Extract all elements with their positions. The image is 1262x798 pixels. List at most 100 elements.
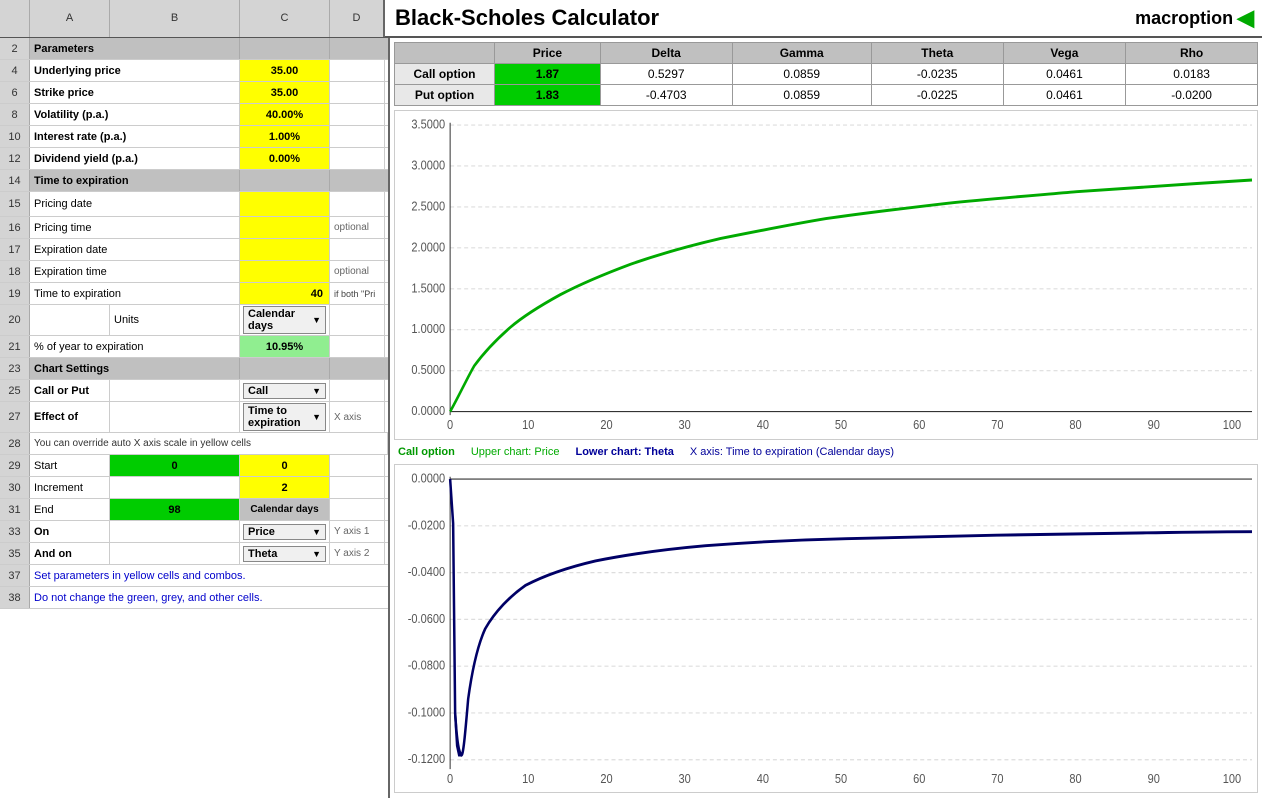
on-dropdown[interactable]: Price ▼ xyxy=(240,521,330,542)
svg-text:50: 50 xyxy=(835,771,848,786)
put-gamma: 0.0859 xyxy=(732,85,871,106)
call-or-put-dropdown[interactable]: Call ▼ xyxy=(240,380,330,401)
svg-text:20: 20 xyxy=(600,771,613,786)
volatility-value[interactable]: 40.00% xyxy=(240,104,330,125)
and-on-dropdown[interactable]: Theta ▼ xyxy=(240,543,330,564)
svg-text:-0.1200: -0.1200 xyxy=(408,751,446,766)
override-note: You can override auto X axis scale in ye… xyxy=(30,433,388,454)
row-35: 35 And on Theta ▼ Y axis 2 xyxy=(0,543,388,565)
call-vega: 0.0461 xyxy=(1003,64,1126,85)
expiration-time-value[interactable] xyxy=(240,261,330,282)
col-c-header: C xyxy=(240,0,330,37)
title-area: Black-Scholes Calculator macroption ◀ xyxy=(385,5,1262,31)
svg-text:80: 80 xyxy=(1069,771,1082,786)
col-header-delta: Delta xyxy=(600,43,732,64)
pct-year-value: 10.95% xyxy=(240,336,330,357)
on-label: On xyxy=(30,521,110,542)
svg-text:40: 40 xyxy=(757,417,770,432)
start-label: Start xyxy=(30,455,110,476)
increment-val[interactable]: 2 xyxy=(240,477,330,498)
row-37: 37 Set parameters in yellow cells and co… xyxy=(0,565,388,587)
row-38: 38 Do not change the green, grey, and ot… xyxy=(0,587,388,609)
svg-text:90: 90 xyxy=(1148,417,1161,432)
call-delta: 0.5297 xyxy=(600,64,732,85)
col-header-price: Price xyxy=(495,43,601,64)
svg-text:60: 60 xyxy=(913,417,926,432)
x-axis-label: X axis xyxy=(330,402,385,432)
units-dropdown[interactable]: Calendar days ▼ xyxy=(240,305,330,335)
row-33: 33 On Price ▼ Y axis 1 xyxy=(0,521,388,543)
chart-legend: Call option Upper chart: Price Lower cha… xyxy=(394,441,1258,463)
legend-x-axis: X axis: Time to expiration (Calendar day… xyxy=(690,446,894,458)
row-6: 6 Strike price 35.00 xyxy=(0,82,388,104)
row-num-2: 2 xyxy=(0,38,30,59)
call-or-put-label: Call or Put xyxy=(30,380,110,401)
row-17: 17 Expiration date xyxy=(0,239,388,261)
call-label: Call option xyxy=(395,64,495,85)
row-14: 14 Time to expiration xyxy=(0,170,388,192)
end-val[interactable]: 98 xyxy=(110,499,240,520)
note-2: Do not change the green, grey, and other… xyxy=(30,587,388,608)
volatility-label: Volatility (p.a.) xyxy=(30,104,240,125)
col-header-vega: Vega xyxy=(1003,43,1126,64)
svg-text:20: 20 xyxy=(600,417,613,432)
time-to-exp-value[interactable]: 40 xyxy=(240,283,330,304)
row-19: 19 Time to expiration 40 if both "Pri xyxy=(0,283,388,305)
results-table: Price Delta Gamma Theta Vega Rho Call op… xyxy=(394,42,1258,106)
svg-text:70: 70 xyxy=(991,771,1004,786)
legend-upper-chart: Upper chart: Price xyxy=(471,446,560,458)
call-row: Call option 1.87 0.5297 0.0859 -0.0235 0… xyxy=(395,64,1258,85)
effect-of-label: Effect of xyxy=(30,402,110,432)
expiration-date-value[interactable] xyxy=(240,239,330,260)
underlying-price-value[interactable]: 35.00 xyxy=(240,60,330,81)
app-header: A B C D Black-Scholes Calculator macropt… xyxy=(0,0,1262,38)
put-vega: 0.0461 xyxy=(1003,85,1126,106)
row-12: 12 Dividend yield (p.a.) 0.00% xyxy=(0,148,388,170)
pricing-date-value[interactable] xyxy=(240,192,330,216)
pricing-time-value[interactable] xyxy=(240,217,330,238)
start-val2[interactable]: 0 xyxy=(240,455,330,476)
svg-text:0.0000: 0.0000 xyxy=(411,470,445,485)
increment-label: Increment xyxy=(30,477,110,498)
pricing-time-optional: optional xyxy=(330,217,385,238)
col-header-gamma: Gamma xyxy=(732,43,871,64)
strike-price-value[interactable]: 35.00 xyxy=(240,82,330,103)
interest-rate-value[interactable]: 1.00% xyxy=(240,126,330,147)
col-header-theta: Theta xyxy=(871,43,1003,64)
units-label: Units xyxy=(110,305,240,335)
svg-text:2.5000: 2.5000 xyxy=(411,199,445,214)
svg-text:60: 60 xyxy=(913,771,926,786)
svg-text:30: 30 xyxy=(679,417,692,432)
call-theta: -0.0235 xyxy=(871,64,1003,85)
logo-text: macroption xyxy=(1135,8,1233,29)
dividend-yield-value[interactable]: 0.00% xyxy=(240,148,330,169)
row-30: 30 Increment 2 xyxy=(0,477,388,499)
expiration-time-optional: optional xyxy=(330,261,385,282)
row-23: 23 Chart Settings xyxy=(0,358,388,380)
start-val1[interactable]: 0 xyxy=(110,455,240,476)
col-header-blank xyxy=(395,43,495,64)
svg-text:70: 70 xyxy=(991,417,1004,432)
row-16: 16 Pricing time optional xyxy=(0,217,388,239)
upper-chart-svg: 3.5000 3.0000 2.5000 2.0000 1.5000 1.000… xyxy=(395,111,1257,439)
svg-text:0: 0 xyxy=(447,771,453,786)
call-gamma: 0.0859 xyxy=(732,64,871,85)
svg-text:40: 40 xyxy=(757,771,770,786)
row-29: 29 Start 0 0 xyxy=(0,455,388,477)
interest-rate-label: Interest rate (p.a.) xyxy=(30,126,240,147)
svg-text:0.0000: 0.0000 xyxy=(411,403,445,418)
svg-text:0.5000: 0.5000 xyxy=(411,362,445,377)
put-label: Put option xyxy=(395,85,495,106)
lower-chart-svg: 0.0000 -0.0200 -0.0400 -0.0600 -0.0800 -… xyxy=(395,465,1257,793)
row-28: 28 You can override auto X axis scale in… xyxy=(0,433,388,455)
svg-text:100: 100 xyxy=(1223,771,1242,786)
put-row: Put option 1.83 -0.4703 0.0859 -0.0225 0… xyxy=(395,85,1258,106)
svg-text:-0.0200: -0.0200 xyxy=(408,517,446,532)
effect-of-dropdown[interactable]: Time to expiration ▼ xyxy=(240,402,330,432)
time-to-exp-note: if both "Pri xyxy=(330,283,385,304)
end-units: Calendar days xyxy=(240,499,330,520)
note-1: Set parameters in yellow cells and combo… xyxy=(30,565,388,586)
row-8: 8 Volatility (p.a.) 40.00% xyxy=(0,104,388,126)
time-section-header: Time to expiration xyxy=(30,170,240,191)
svg-text:30: 30 xyxy=(679,771,692,786)
